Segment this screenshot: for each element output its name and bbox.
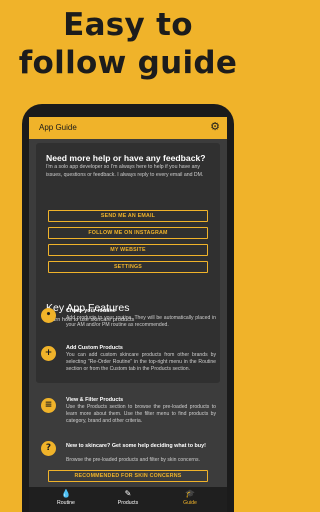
nav-item-routine[interactable]: 💧 Routine	[41, 489, 91, 508]
nav-item-guide[interactable]: 🎓 Guide	[165, 489, 215, 508]
nav-label: Guide	[183, 500, 197, 506]
feature-title: New to skincare? Get some help deciding …	[66, 443, 206, 449]
follow-instagram-button[interactable]: FOLLOW ME ON INSTAGRAM	[48, 227, 208, 239]
headline-line-2: follow guide	[18, 45, 238, 81]
feedback-card: Need more help or have any feedback? I'm…	[36, 143, 220, 383]
feedback-body: I'm a solo app developer so I'm always h…	[46, 164, 204, 178]
feedback-title: Need more help or have any feedback?	[46, 153, 206, 163]
feature-title: Add Custom Products	[66, 345, 123, 351]
graduation-cap-icon: 🎓	[185, 489, 195, 498]
feature-description: Browse the pre-loaded products and filte…	[66, 457, 200, 463]
plus-icon: +	[41, 346, 56, 361]
app-screen: App Guide ⚙ Need more help or have any f…	[29, 117, 227, 512]
question-icon: ?	[41, 441, 56, 456]
recommended-skin-concerns-button[interactable]: RECOMMENDED FOR SKIN CONCERNS	[48, 470, 208, 482]
feature-description: Use the Products section to browse the p…	[66, 404, 216, 424]
settings-button[interactable]: SETTINGS	[48, 261, 208, 273]
pencil-icon: ✎	[124, 489, 132, 498]
info-icon: •	[41, 308, 56, 323]
feature-description: You can add custom skincare products fro…	[66, 352, 216, 372]
send-email-button[interactable]: SEND ME AN EMAIL	[48, 210, 208, 222]
list-icon: ≡	[41, 398, 56, 413]
nav-label: Routine	[57, 500, 75, 506]
gear-icon[interactable]: ⚙	[209, 121, 221, 133]
feature-title: Create your routine	[66, 308, 116, 314]
nav-item-products[interactable]: ✎ Products	[103, 489, 153, 508]
headline-line-1: Easy to	[63, 7, 193, 43]
nav-label: Products	[117, 500, 139, 506]
app-bar-title: App Guide	[39, 123, 77, 132]
headline-text: Easy to follow guide	[0, 6, 256, 82]
bottom-nav: 💧 Routine ✎ Products 🎓 Guide	[29, 487, 227, 512]
feature-description: Add products to your routine. They will …	[66, 315, 216, 328]
drop-icon: 💧	[61, 489, 71, 498]
app-bar: App Guide ⚙	[29, 117, 227, 139]
my-website-button[interactable]: MY WEBSITE	[48, 244, 208, 256]
feature-title: View & Filter Products	[66, 397, 124, 403]
